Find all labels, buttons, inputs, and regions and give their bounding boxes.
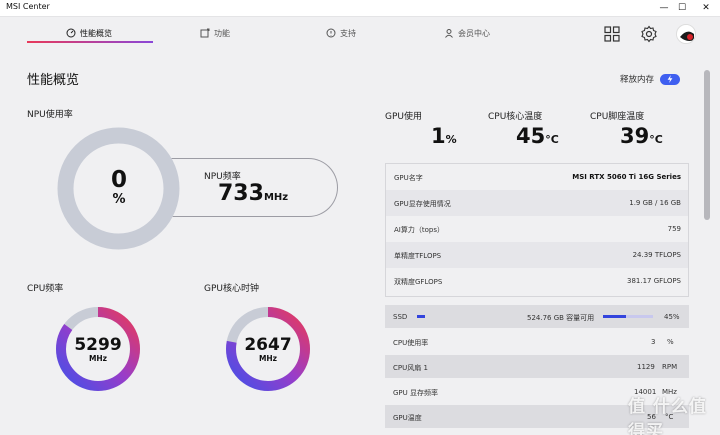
tab-support[interactable]: 支持: [326, 23, 356, 43]
maximize-button[interactable]: ☐: [672, 0, 692, 17]
cpu-freq-unit: MHz: [88, 354, 108, 363]
release-memory-label: 释放内存: [620, 75, 655, 85]
cpu-core-temp-value: 45: [516, 124, 546, 148]
tab-label: 性能概览: [80, 28, 112, 38]
ssd-free: 524.76 GB 容量可用: [527, 314, 595, 322]
row-key: CPU风扇 1: [393, 364, 428, 372]
gpu-usage-value: 1: [431, 124, 446, 148]
ssd-row: SSD 524.76 GB 容量可用 45%: [385, 305, 689, 328]
gpu-clock-readout: 2647 MHz: [225, 336, 311, 363]
gpu-usage-unit: %: [445, 133, 457, 146]
nav-bar: 性能概览 功能 支持 会员中心: [0, 17, 720, 50]
user-icon: [445, 29, 453, 38]
scrollbar[interactable]: [704, 70, 710, 220]
table-row: AI算力（tops） 759: [386, 216, 688, 242]
tab-label: 会员中心: [458, 28, 490, 38]
tab-label: 功能: [214, 28, 230, 38]
gear-icon[interactable]: [640, 25, 658, 43]
cpu-socket-temp-value: 39: [620, 124, 650, 148]
row-value: 3: [651, 338, 656, 346]
gauge-icon: [66, 28, 76, 38]
tab-member-center[interactable]: 会员中心: [444, 23, 490, 43]
npu-freq-value: 733: [218, 181, 264, 206]
ssd-label: SSD: [393, 313, 408, 321]
cpu-core-temp-label: CPU核心温度: [488, 112, 543, 122]
table-row: CPU使用率 3 %: [385, 330, 689, 353]
cpu-freq-label: CPU频率: [27, 284, 64, 294]
gpu-clock-label: GPU核心时钟: [204, 284, 259, 294]
npu-freq-readout: 733MHz: [218, 181, 288, 206]
row-key: CPU使用率: [393, 339, 429, 347]
table-row: CPU风扇 1 1129 RPM: [385, 355, 689, 378]
support-icon: [326, 28, 336, 38]
close-button[interactable]: ✕: [696, 0, 716, 17]
table-row: 双精度GFLOPS 381.17 GFLOPS: [386, 268, 688, 294]
ssd-indicator: [417, 315, 425, 318]
row-value: 1129: [637, 363, 655, 371]
ssd-percent: 45%: [664, 313, 680, 321]
cpu-core-temp-readout: 45°C: [516, 124, 559, 148]
npu-freq-unit: MHz: [263, 192, 289, 203]
row-value: MSI RTX 5060 Ti 16G Series: [572, 173, 681, 181]
row-key: 单精度TFLOPS: [394, 252, 442, 260]
row-value: 1.9 GB / 16 GB: [629, 199, 681, 207]
table-row: GPU名字 MSI RTX 5060 Ti 16G Series: [386, 164, 688, 190]
cpu-freq-value: 5299: [74, 335, 122, 355]
row-unit: %: [667, 338, 674, 346]
avatar[interactable]: [676, 24, 696, 44]
npu-usage-readout: 0 %: [94, 168, 144, 207]
feature-icon: [200, 28, 210, 38]
table-row: GPU显存使用情况 1.9 GB / 16 GB: [386, 190, 688, 216]
npu-usage-unit: %: [112, 192, 126, 207]
tab-features[interactable]: 功能: [200, 23, 230, 43]
title-bar: MSI Center — ☐ ✕: [0, 0, 720, 17]
tab-label: 支持: [340, 28, 356, 38]
minimize-button[interactable]: —: [654, 0, 674, 17]
bolt-icon: [660, 73, 681, 85]
row-key: 双精度GFLOPS: [394, 278, 443, 286]
npu-usage-label: NPU使用率: [27, 110, 73, 120]
row-key: GPU名字: [394, 174, 423, 182]
grid-icon[interactable]: [603, 25, 621, 43]
cpu-socket-temp-label: CPU脚座温度: [590, 112, 645, 122]
row-key: AI算力（tops）: [394, 226, 444, 234]
app-title: MSI Center: [6, 2, 50, 11]
page-title: 性能概览: [27, 73, 80, 88]
table-row: 单精度TFLOPS 24.39 TFLOPS: [386, 242, 688, 268]
row-value: 759: [667, 225, 681, 233]
cpu-socket-temp-readout: 39°C: [620, 124, 663, 148]
row-key: GPU温度: [393, 414, 422, 422]
gpu-info-table: GPU名字 MSI RTX 5060 Ti 16G Series GPU显存使用…: [385, 163, 689, 297]
ssd-usage-fill: [603, 315, 626, 318]
gpu-usage-readout: 1%: [431, 124, 457, 148]
row-key: GPU显存使用情况: [394, 200, 451, 208]
ssd-usage-bar: [603, 315, 653, 318]
gpu-clock-value: 2647: [244, 335, 292, 355]
npu-usage-value: 0: [110, 167, 127, 193]
cpu-socket-temp-unit: °C: [649, 133, 663, 146]
gpu-usage-label: GPU使用: [385, 112, 422, 122]
watermark: 值 什么值得买: [628, 397, 707, 435]
active-tab-indicator: [27, 41, 153, 43]
cpu-freq-readout: 5299 MHz: [55, 336, 141, 363]
tab-performance-overview[interactable]: 性能概览: [66, 23, 112, 43]
release-memory-button[interactable]: 释放内存: [620, 73, 681, 85]
cpu-core-temp-unit: °C: [545, 133, 559, 146]
row-unit: RPM: [662, 363, 678, 371]
gpu-clock-unit: MHz: [258, 354, 278, 363]
row-key: GPU 显存频率: [393, 389, 438, 397]
row-value: 24.39 TFLOPS: [632, 251, 681, 259]
row-value: 381.17 GFLOPS: [627, 277, 681, 285]
